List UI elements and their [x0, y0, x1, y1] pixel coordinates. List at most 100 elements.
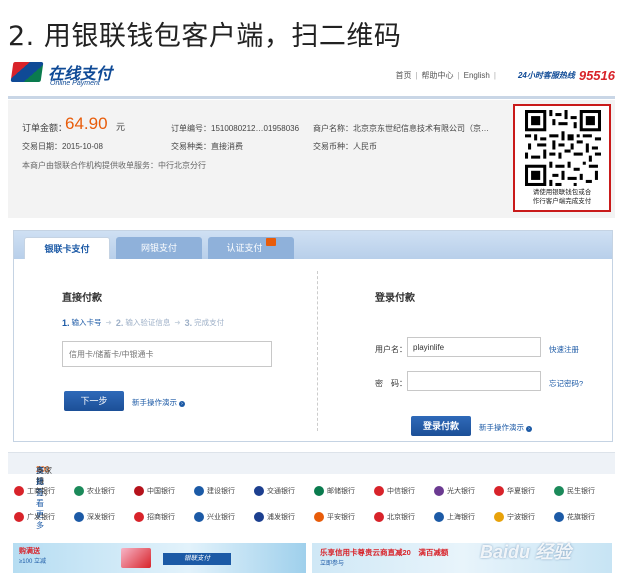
login-help-label: 新手操作演示 — [479, 423, 524, 432]
step-title: 2. 用银联钱包客户端，扫二维码 — [8, 21, 402, 52]
bank-name: 交通银行 — [267, 488, 295, 495]
bank-name: 工商银行 — [27, 488, 55, 495]
bank-item[interactable]: 平安银行 — [314, 512, 355, 522]
step-3-number: 3. — [184, 317, 193, 328]
bank-item[interactable]: 光大银行 — [434, 486, 475, 496]
bank-name: 邮储银行 — [327, 488, 355, 495]
bank-name: 广发银行 — [27, 514, 55, 521]
transaction-type: 交易种类：直接消费 — [171, 142, 243, 151]
quick-register-link[interactable]: 快速注册 — [549, 344, 579, 355]
arrow-circle-icon: › — [526, 426, 532, 432]
order-info: 订单金额： 64.90 元 订单编号：1510080212…01958036 商… — [8, 100, 615, 218]
english-link[interactable]: English — [464, 71, 490, 80]
divider: | — [415, 71, 418, 80]
unionpay-logo-icon — [10, 62, 44, 82]
bank-name: 宁波银行 — [507, 514, 535, 521]
bank-name: 光大银行 — [447, 488, 475, 495]
bank-name: 北京银行 — [387, 514, 415, 521]
login-pay-section: 登录付款 用户名： 快速注册 密 码： 忘记密码? 登录付款 新手操作演示› — [319, 259, 612, 441]
bank-item[interactable]: 华夏银行 — [494, 486, 535, 496]
bank-item[interactable]: 北京银行 — [374, 512, 415, 522]
home-link[interactable]: 首页 — [395, 70, 411, 81]
merchant-name: 商户名称：北京京东世纪信息技术有限公司（京… — [313, 124, 489, 133]
bank-logo-icon — [14, 512, 24, 522]
bank-name: 中信银行 — [387, 488, 415, 495]
bank-logo-icon — [374, 486, 384, 496]
bank-name: 花旗银行 — [567, 514, 595, 521]
help-center-link[interactable]: 帮助中心 — [422, 70, 454, 81]
bank-logo-icon — [494, 512, 504, 522]
bank-item[interactable]: 宁波银行 — [494, 512, 535, 522]
promo-right-title: 乐享信用卡尊贵云商直减20 满百减额 — [320, 548, 449, 557]
bank-name: 兴业银行 — [207, 514, 235, 521]
hotline-label: 24小时客服热线 — [517, 71, 575, 80]
bank-item[interactable]: 中国银行 — [134, 486, 175, 496]
bank-logo-icon — [254, 512, 264, 522]
amount-label: 订单金额： — [22, 123, 68, 133]
bank-name: 深发银行 — [87, 514, 115, 521]
amount-unit: 元 — [116, 122, 126, 132]
bank-item[interactable]: 建设银行 — [194, 486, 235, 496]
bank-logo-icon — [434, 512, 444, 522]
new-badge-icon — [265, 238, 276, 246]
bank-logo-icon — [134, 486, 144, 496]
tab-unionpay-card[interactable]: 银联卡支付 — [24, 237, 110, 259]
divider: | — [457, 71, 460, 80]
bank-logo-icon — [314, 512, 324, 522]
bank-logo-icon — [314, 486, 324, 496]
bank-item[interactable]: 兴业银行 — [194, 512, 235, 522]
bank-name: 华夏银行 — [507, 488, 535, 495]
bank-name: 建设银行 — [207, 488, 235, 495]
arrow-circle-icon: › — [179, 401, 185, 407]
bank-item[interactable]: 农业银行 — [74, 486, 115, 496]
forgot-password-link[interactable]: 忘记密码? — [549, 378, 583, 389]
login-pay-button[interactable]: 登录付款 — [411, 416, 471, 436]
pay-steps: 1. 输入卡号 ➜ 2. 输入验证信息 ➜ 3. 完成支付 — [62, 317, 224, 328]
promo-left-title: 购满送 — [19, 548, 40, 555]
username-input[interactable] — [407, 337, 541, 357]
bank-item[interactable]: 中信银行 — [374, 486, 415, 496]
bank-logo-icon — [74, 486, 84, 496]
step-3-label: 完成支付 — [194, 318, 225, 327]
next-step-button[interactable]: 下一步 — [64, 391, 124, 411]
direct-help-link[interactable]: 新手操作演示 › — [132, 397, 185, 408]
qr-code-panel[interactable]: 请使用银联钱包或合 作行客户端完成支付 — [513, 104, 611, 212]
bank-name: 平安银行 — [327, 514, 355, 521]
password-label: 密 码： — [375, 379, 407, 388]
order-number: 订单编号：1510080212…01958036 — [171, 124, 300, 133]
tab-online-banking[interactable]: 网银支付 — [116, 237, 202, 259]
login-pay-title: 登录付款 — [375, 293, 415, 304]
bank-name: 农业银行 — [87, 488, 115, 495]
bank-name: 浦发银行 — [267, 514, 295, 521]
site-header: 在线支付 Online Payment 首页 | 帮助中心 | English … — [8, 58, 615, 98]
bank-item[interactable]: 花旗银行 — [554, 512, 595, 522]
bank-logo-icon — [554, 512, 564, 522]
bank-logo-icon — [374, 512, 384, 522]
username-label: 用户名： — [375, 345, 407, 354]
bank-item[interactable]: 广发银行 — [14, 512, 55, 522]
bank-item[interactable]: 邮储银行 — [314, 486, 355, 496]
password-input[interactable] — [407, 371, 541, 391]
bank-logo-icon — [194, 512, 204, 522]
step-1-label: 输入卡号 — [71, 318, 102, 327]
promo-banner-left[interactable]: 购满送 ≥100 立减 银联支付 — [13, 543, 306, 573]
payment-tab-bar: 银联卡支付 网银支付 认证支付 — [14, 231, 612, 259]
qr-code-icon — [525, 110, 601, 186]
bank-item[interactable]: 工商银行 — [14, 486, 55, 496]
tab-authenticated-pay[interactable]: 认证支付 — [208, 237, 294, 259]
bank-grid: 工商银行 农业银行 中国银行 建设银行 交通银行 邮储银行 中信银行 光大银行 … — [14, 482, 614, 538]
bank-item[interactable]: 民生银行 — [554, 486, 595, 496]
bank-logo-icon — [74, 512, 84, 522]
column-divider — [317, 271, 318, 431]
card-number-input[interactable] — [62, 341, 272, 367]
bank-item[interactable]: 上海银行 — [434, 512, 475, 522]
direct-pay-title: 直接付款 — [62, 293, 102, 304]
bank-item[interactable]: 深发银行 — [74, 512, 115, 522]
bank-item[interactable]: 招商银行 — [134, 512, 175, 522]
bank-item[interactable]: 交通银行 — [254, 486, 295, 496]
qr-caption-line2: 作行客户端完成支付 — [532, 198, 592, 205]
payment-panel: 银联卡支付 网银支付 认证支付 直接付款 1. 输入卡号 ➜ 2. 输入验证信息… — [13, 230, 613, 442]
bank-logo-icon — [14, 486, 24, 496]
login-help-link[interactable]: 新手操作演示 › — [479, 422, 532, 433]
bank-item[interactable]: 浦发银行 — [254, 512, 295, 522]
